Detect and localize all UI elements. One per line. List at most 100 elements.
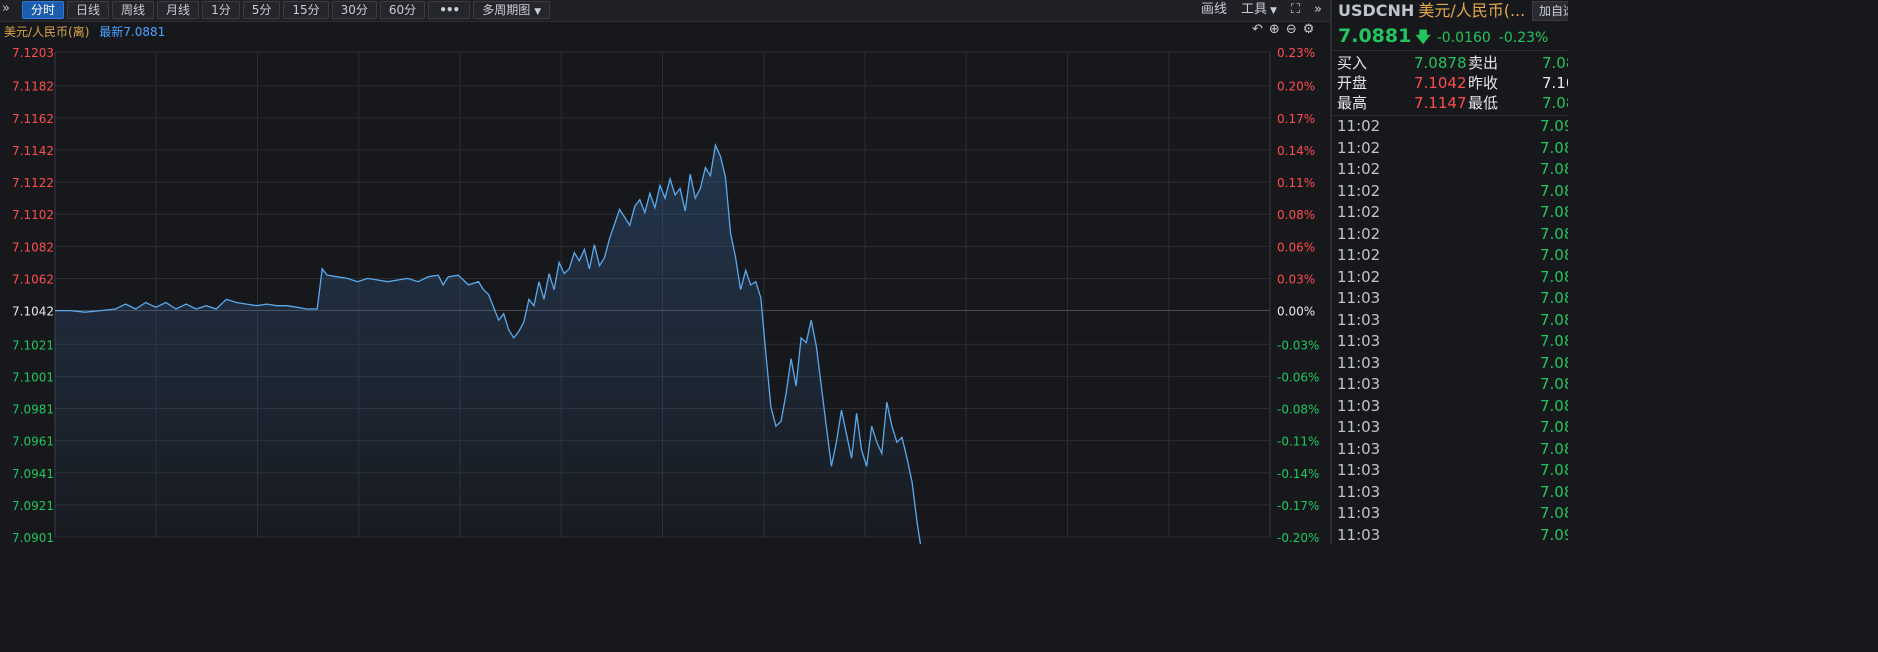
pct-tick-label: 0.17%	[1277, 112, 1315, 126]
tick-time: 11:03	[1337, 482, 1381, 501]
tick-row: 11:03 7.0881	[1332, 331, 1568, 353]
tick-row: 11:02 7.0885	[1332, 224, 1568, 246]
last-price: 7.0881	[1338, 25, 1412, 47]
tick-row: 11:02 7.0888	[1332, 181, 1568, 203]
tick-price: 7.0883	[1540, 267, 1568, 286]
y-tick-label: 7.1122	[12, 176, 54, 190]
period-tab-6[interactable]: 15分	[283, 1, 329, 19]
price-change: -0.0160	[1436, 30, 1491, 46]
tick-price: 7.0895	[1540, 138, 1568, 157]
y-tick-label: 7.1142	[12, 144, 54, 158]
tick-row: 11:03 7.0900	[1332, 525, 1568, 545]
tick-price: 7.0900	[1540, 117, 1568, 135]
undo-icon[interactable]: ↶	[1252, 22, 1263, 37]
tick-time: 11:02	[1337, 181, 1381, 200]
y-tick-label: 7.1042	[12, 305, 54, 319]
period-tab-3[interactable]: 月线	[157, 1, 200, 19]
y-tick-label: 7.1102	[12, 208, 54, 222]
intraday-chart[interactable]: 7.1203 0.23% 7.1182 0.20% 7.1162 0.17% 7.1142 0…	[0, 40, 1330, 544]
tick-time: 11:03	[1337, 461, 1381, 479]
quote-value: 7.1042	[1542, 74, 1568, 92]
pct-tick-label: 0.08%	[1277, 208, 1315, 222]
y-tick-label: 7.1162	[12, 112, 54, 126]
tick-price: 7.0888	[1540, 181, 1568, 200]
tick-time: 11:03	[1337, 439, 1381, 458]
panel-header: USDCNH美元/人民币(... 加自选	[1332, 0, 1568, 22]
tick-row: 11:03 7.0881	[1332, 439, 1568, 461]
tick-time: 11:02	[1337, 117, 1381, 135]
draw-line-button[interactable]: 画线	[1201, 1, 1227, 20]
y-tick-label: 7.1001	[12, 370, 54, 384]
tick-row: 11:02 7.0900	[1332, 116, 1568, 138]
y-tick-label: 7.0901	[12, 531, 54, 544]
tick-time: 11:02	[1337, 224, 1381, 243]
quote-panel: USDCNH美元/人民币(... 加自选 7.0881🡇-0.0160-0.23…	[1332, 0, 1568, 544]
expand-left-icon[interactable]: »	[2, 1, 10, 16]
pct-tick-label: -0.20%	[1277, 531, 1319, 544]
tick-price: 7.0882	[1540, 482, 1568, 501]
instrument-name: 美元/人民币(离)	[4, 25, 90, 39]
tick-price: 7.0881	[1540, 332, 1568, 350]
tick-row: 11:03 7.0881	[1332, 460, 1568, 482]
tick-price: 7.0884	[1540, 246, 1568, 264]
quote-value: 7.0880	[1542, 94, 1568, 112]
tick-price: 7.0900	[1540, 525, 1568, 544]
y-tick-label: 7.1203	[12, 46, 54, 60]
tick-time: 11:02	[1337, 138, 1381, 157]
tick-price: 7.0881	[1540, 353, 1568, 372]
y-tick-label: 7.1182	[12, 80, 54, 94]
zoom-in-icon[interactable]: ⊕	[1269, 22, 1280, 37]
period-tab-7[interactable]: 30分	[331, 1, 377, 19]
tick-row: 11:03 7.0882	[1332, 288, 1568, 310]
tick-row: 11:03 7.0881	[1332, 353, 1568, 375]
tick-time: 11:02	[1337, 246, 1381, 264]
period-tabs: 分时 日线 周线 月线 1分 5分 15分 30分 60分 ••• 多周期图 ▼	[22, 1, 551, 19]
tick-price: 7.0886	[1540, 203, 1568, 221]
quote-label: 开盘	[1337, 74, 1368, 92]
settings-gear-icon[interactable]: ⚙	[1303, 22, 1315, 37]
tick-time: 11:03	[1337, 396, 1381, 415]
period-tab-5[interactable]: 5分	[242, 1, 281, 19]
tick-time: 11:02	[1337, 203, 1381, 221]
tick-row: 11:03 7.0882	[1332, 374, 1568, 396]
more-periods-button[interactable]: •••	[428, 1, 471, 19]
tick-time: 11:03	[1337, 375, 1381, 393]
multi-period-dropdown[interactable]: 多周期图 ▼	[473, 1, 551, 19]
y-tick-label: 7.1062	[12, 272, 54, 286]
tick-row: 11:03 7.0882	[1332, 310, 1568, 332]
y-tick-label: 7.0921	[12, 499, 54, 513]
y-tick-label: 7.1021	[12, 338, 54, 352]
y-tick-label: 7.0961	[12, 435, 54, 449]
pct-tick-label: 0.00%	[1277, 305, 1315, 319]
zoom-out-icon[interactable]: ⊖	[1286, 22, 1297, 37]
add-watchlist-button[interactable]: 加自选	[1532, 1, 1568, 21]
quote-table: 买入7.0878卖出7.0884开盘7.1042昨收7.1042最高7.1147…	[1332, 50, 1568, 116]
period-tab-4[interactable]: 1分	[202, 1, 240, 19]
pct-tick-label: -0.03%	[1277, 338, 1319, 352]
fullscreen-icon[interactable]: ⛶	[1291, 1, 1300, 20]
tools-menu[interactable]: 工具 ▼	[1241, 1, 1277, 20]
quote-label: 最低	[1468, 94, 1499, 112]
tick-price: 7.0881	[1540, 396, 1568, 415]
tick-row: 11:03 7.0880	[1332, 417, 1568, 439]
expand-right-icon[interactable]: »	[1314, 1, 1322, 20]
quote-row: 买入 7.0878卖出 7.0884	[1332, 53, 1568, 73]
period-tab-8[interactable]: 60分	[379, 1, 426, 19]
tick-price: 7.0882	[1540, 289, 1568, 307]
toolbar: » 分时 日线 周线 月线 1分 5分 15分 30分 60分 ••• 多周期图 ▼ 画线 工具 ▼ ⛶…	[0, 0, 1330, 22]
tick-time: 11:03	[1337, 289, 1381, 307]
pct-tick-label: 0.20%	[1277, 80, 1315, 94]
latest-price: 最新7.0881	[99, 25, 166, 39]
period-tab-0[interactable]: 分时	[22, 1, 65, 19]
tick-list: 11:02 7.0900 11:02 7.0895 11:02 7.0890 11:02 7.…	[1332, 116, 1568, 544]
tick-row: 11:03 7.0882	[1332, 482, 1568, 504]
pct-tick-label: 0.14%	[1277, 144, 1315, 158]
y-tick-label: 7.0941	[12, 467, 54, 481]
quote-value: 7.0884	[1542, 54, 1568, 72]
pct-tick-label: -0.11%	[1277, 435, 1319, 449]
pct-tick-label: -0.08%	[1277, 403, 1319, 417]
period-tab-1[interactable]: 日线	[67, 1, 110, 19]
tick-row: 11:02 7.0883	[1332, 267, 1568, 289]
quote-row: 开盘7.1042昨收7.1042	[1332, 73, 1568, 93]
period-tab-2[interactable]: 周线	[112, 1, 155, 19]
